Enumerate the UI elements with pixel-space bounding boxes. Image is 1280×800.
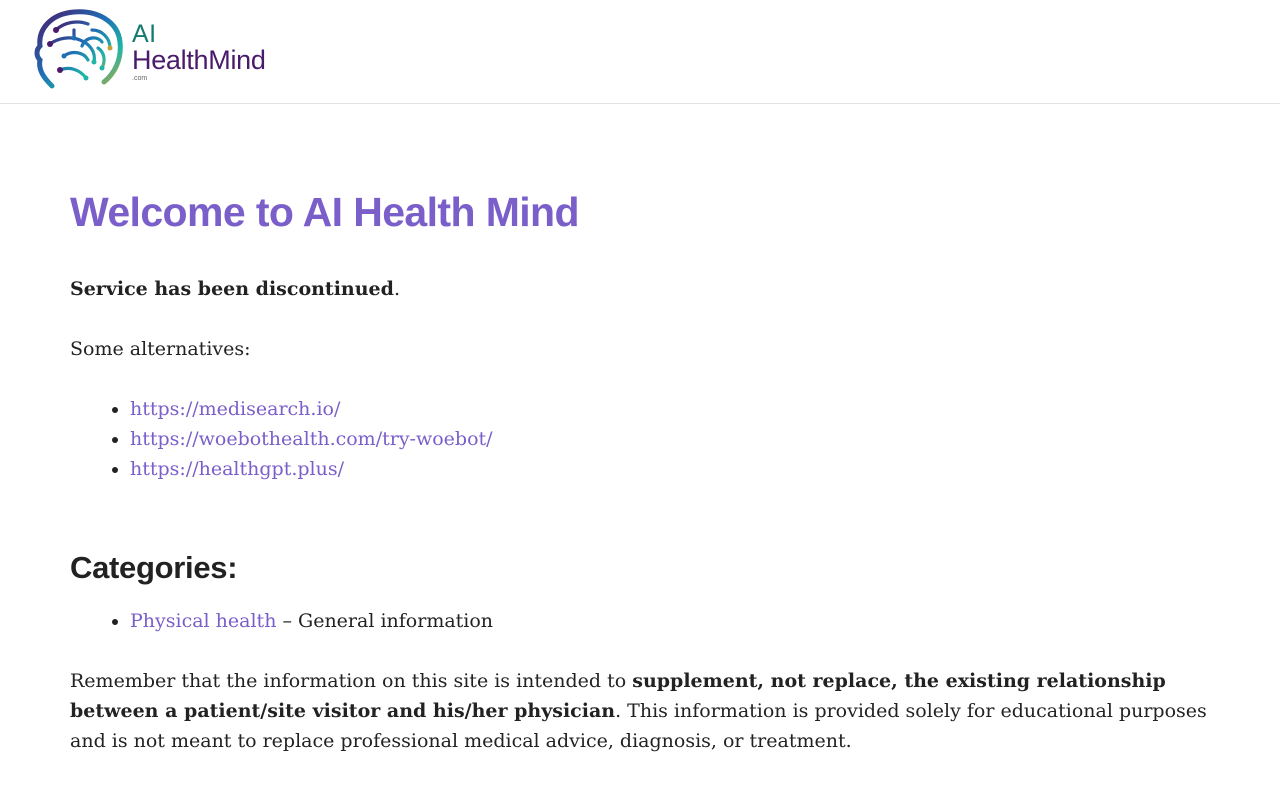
categories-heading: Categories:	[70, 550, 238, 586]
brain-circuit-head-icon	[34, 9, 123, 89]
list-item: https://medisearch.io/	[130, 394, 1210, 424]
discontinued-notice-bold: Service has been discontinued	[70, 278, 394, 301]
alternatives-intro: Some alternatives:	[70, 338, 251, 361]
alternative-link-medisearch[interactable]: https://medisearch.io/	[130, 398, 340, 420]
main-content: Welcome to AI Health Mind Service has be…	[70, 104, 1210, 756]
list-item: https://woebothealth.com/try-woebot/	[130, 424, 1210, 454]
alternatives-list: https://medisearch.io/ https://woebothea…	[70, 394, 1210, 484]
discontinued-notice-punct: .	[393, 278, 400, 301]
logo-wordmark: AI HealthMind .com	[132, 20, 266, 83]
category-description: – General information	[276, 610, 494, 633]
category-link-physical-health[interactable]: Physical health	[130, 610, 276, 632]
logo-dotcom-text: .com	[132, 75, 148, 82]
page-title: Welcome to AI Health Mind	[70, 189, 580, 235]
disclaimer-text: Remember that the information on this si…	[70, 666, 1210, 756]
alternative-link-woebot[interactable]: https://woebothealth.com/try-woebot/	[130, 428, 493, 450]
site-header: AI HealthMind .com	[0, 0, 1280, 104]
list-item: Physical health – General information	[130, 606, 1210, 636]
logo-name-text: HealthMind	[132, 45, 266, 75]
categories-list: Physical health – General information	[70, 606, 1210, 636]
discontinued-notice: Service has been discontinued.	[70, 274, 1210, 304]
logo-ai-text: AI	[132, 20, 157, 48]
alternative-link-healthgpt[interactable]: https://healthgpt.plus/	[130, 458, 344, 480]
list-item: https://healthgpt.plus/	[130, 454, 1210, 484]
site-logo[interactable]: AI HealthMind .com	[34, 8, 284, 92]
disclaimer-lead: Remember that the information on this si…	[70, 670, 633, 693]
